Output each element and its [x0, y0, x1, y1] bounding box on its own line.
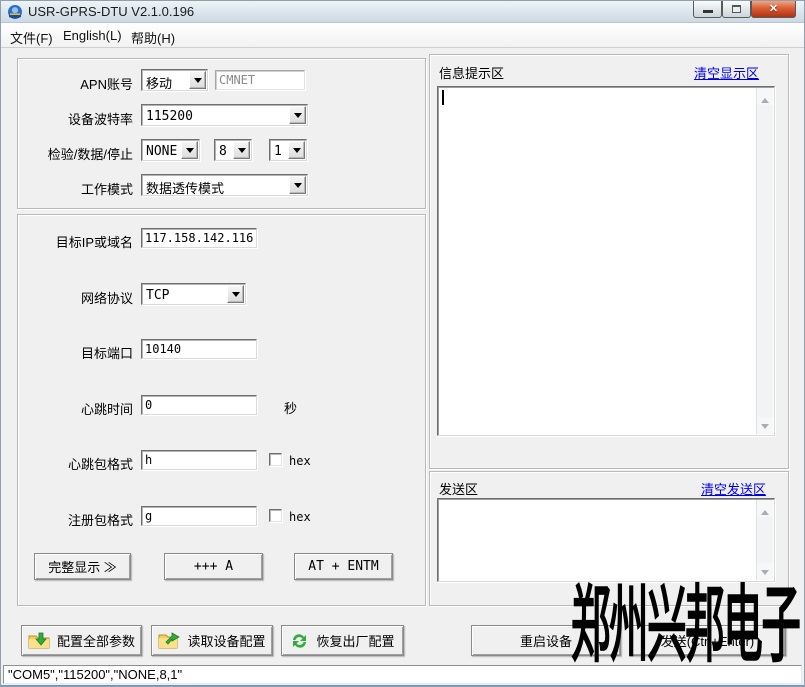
window-controls: ✕ — [693, 1, 796, 18]
databits-select-value: 8 — [219, 144, 227, 159]
scroll-up-button[interactable] — [757, 500, 773, 517]
configure-all-params-button[interactable]: 配置全部参数 — [21, 625, 142, 656]
clear-info-link[interactable]: 清空显示区 — [694, 63, 759, 82]
target-port-label: 目标端口 — [21, 343, 133, 362]
maximize-icon — [732, 5, 741, 13]
watermark-text: 郑州兴邦电子 — [571, 583, 799, 667]
close-icon: ✕ — [752, 2, 795, 15]
plus-plus-plus-a-button[interactable]: +++ A — [164, 553, 263, 580]
read-device-config-button[interactable]: 读取设备配置 — [151, 625, 273, 656]
workmode-label: 工作模式 — [21, 179, 133, 198]
scroll-up-icon — [761, 506, 769, 515]
stopbits-select-drop-button[interactable] — [288, 141, 305, 159]
apn-select-value: 移动 — [146, 73, 172, 92]
chevron-down-icon — [232, 292, 240, 301]
app-window: USR-GPRS-DTU V2.1.0.196 ✕ 文件(F) English(… — [0, 0, 805, 687]
chevron-down-icon — [294, 113, 302, 122]
heartbeat-packet-label: 心跳包格式 — [21, 454, 133, 473]
register-hex-label: hex — [289, 510, 311, 524]
heartbeat-hex-label: hex — [289, 454, 311, 468]
at-entm-button[interactable]: AT + ENTM — [294, 553, 393, 580]
send-textarea[interactable] — [437, 498, 775, 582]
databits-select-drop-button[interactable] — [233, 141, 250, 159]
text-caret — [442, 90, 444, 105]
factory-reset-label: 恢复出厂配置 — [316, 631, 394, 650]
minimize-icon — [703, 10, 713, 13]
folder-down-arrow-icon — [28, 632, 50, 650]
stopbits-select-value: 1 — [274, 144, 282, 159]
heartbeat-packet-input[interactable] — [141, 450, 257, 470]
protocol-label: 网络协议 — [21, 288, 133, 307]
menu-english[interactable]: English(L) — [59, 27, 126, 44]
target-ip-input[interactable] — [141, 228, 257, 248]
title-bar: USR-GPRS-DTU V2.1.0.196 ✕ — [1, 1, 804, 23]
heartbeat-time-unit: 秒 — [284, 398, 297, 417]
folder-out-arrow-icon — [158, 632, 180, 650]
chevron-down-icon — [238, 148, 246, 157]
heartbeat-time-label: 心跳时间 — [21, 399, 133, 418]
parity-select[interactable]: NONE — [141, 139, 200, 161]
minimize-button[interactable] — [693, 1, 722, 18]
clear-send-link[interactable]: 清空发送区 — [701, 479, 766, 498]
info-area-label: 信息提示区 — [439, 63, 504, 82]
workmode-select[interactable]: 数据透传模式 — [141, 174, 308, 196]
send-area-label: 发送区 — [439, 479, 478, 498]
full-display-button[interactable]: 完整显示 ≫ — [34, 553, 131, 580]
register-packet-input[interactable] — [141, 506, 257, 526]
info-scrollbar[interactable] — [756, 88, 773, 434]
chevron-down-icon — [293, 148, 301, 157]
baud-select[interactable]: 115200 — [141, 104, 308, 126]
workmode-select-value: 数据透传模式 — [146, 178, 224, 197]
heartbeat-hex-checkbox[interactable] — [269, 453, 282, 466]
baud-select-drop-button[interactable] — [289, 106, 306, 124]
scroll-up-icon — [761, 94, 769, 103]
apn-value-input[interactable] — [215, 70, 305, 90]
target-ip-label: 目标IP或域名 — [21, 232, 133, 251]
protocol-select[interactable]: TCP — [141, 283, 246, 305]
menu-file[interactable]: 文件(F) — [6, 27, 57, 48]
read-device-config-label: 读取设备配置 — [187, 631, 265, 650]
chevron-down-icon — [294, 183, 302, 192]
protocol-select-drop-button[interactable] — [227, 285, 244, 303]
parity-select-value: NONE — [146, 144, 177, 159]
factory-reset-button[interactable]: 恢复出厂配置 — [281, 625, 404, 656]
workmode-select-drop-button[interactable] — [289, 176, 306, 194]
register-hex-checkbox[interactable] — [269, 509, 282, 522]
scroll-down-icon — [761, 424, 769, 433]
app-icon — [7, 4, 23, 20]
parity-label: 检验/数据/停止 — [21, 144, 133, 163]
chevron-down-icon — [194, 78, 202, 87]
register-packet-label: 注册包格式 — [21, 510, 133, 529]
apn-label: APN账号 — [21, 74, 133, 93]
chevron-down-icon — [186, 148, 194, 157]
close-button[interactable]: ✕ — [751, 1, 796, 18]
apn-select-drop-button[interactable] — [189, 71, 206, 89]
apn-select[interactable]: 移动 — [141, 69, 208, 91]
window-title: USR-GPRS-DTU V2.1.0.196 — [28, 4, 194, 19]
stopbits-select[interactable]: 1 — [269, 139, 307, 161]
recycle-arrows-icon — [290, 632, 309, 650]
target-port-input[interactable] — [141, 339, 257, 359]
configure-all-params-label: 配置全部参数 — [57, 631, 135, 650]
heartbeat-time-input[interactable] — [141, 395, 257, 415]
send-scrollbar[interactable] — [756, 500, 773, 580]
databits-select[interactable]: 8 — [214, 139, 252, 161]
parity-select-drop-button[interactable] — [181, 141, 198, 159]
protocol-select-value: TCP — [146, 288, 169, 303]
menu-help[interactable]: 帮助(H) — [127, 27, 179, 48]
menu-bar: 文件(F) English(L) 帮助(H) — [1, 23, 804, 48]
baud-label: 设备波特率 — [21, 109, 133, 128]
info-display-textarea[interactable] — [437, 86, 775, 436]
baud-select-value: 115200 — [146, 109, 193, 124]
scroll-up-button[interactable] — [757, 88, 773, 105]
scroll-down-button[interactable] — [757, 417, 773, 434]
maximize-button[interactable] — [722, 1, 751, 18]
